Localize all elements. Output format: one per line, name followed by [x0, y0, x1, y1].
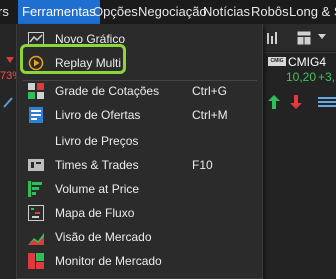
volume-at-price-icon — [28, 181, 42, 197]
menu-item-label: Times & Trades — [55, 158, 139, 172]
menu-item-label: Livro de Preços — [55, 134, 139, 148]
menu-ferramentas[interactable]: Ferramentas — [18, 0, 100, 24]
menu-item-times-trades[interactable]: Times & Trades F10 — [17, 153, 262, 177]
ticker-change: +3, — [318, 70, 336, 84]
menu-partial-item[interactable]: rs — [0, 0, 9, 24]
menu-item-monitor-mercado[interactable]: Monitor de Mercado — [17, 249, 262, 273]
ticker-badge: CMIG — [268, 57, 286, 66]
pen-icon[interactable] — [2, 96, 14, 108]
menu-item-label: Livro de Ofertas — [55, 108, 141, 122]
quote-grid-icon — [28, 83, 44, 99]
menu-item-label: Mapa de Fluxo — [55, 206, 135, 220]
menubar: rs Ferramentas Opções Negociação Notícia… — [0, 0, 336, 24]
menu-item-shortcut: Ctrl+G — [192, 84, 228, 98]
menu-item-label: Visão de Mercado — [55, 230, 152, 244]
down-triangle-icon — [6, 57, 14, 63]
menu-item-mapa-fluxo[interactable]: Mapa de Fluxo — [17, 201, 262, 225]
market-view-icon — [28, 233, 44, 245]
menu-item-label: Volume at Price — [55, 182, 140, 196]
chevron-down-icon[interactable] — [318, 34, 326, 39]
menu-negociacao[interactable]: Negociação — [138, 0, 207, 24]
ticker-price: 10,20 — [286, 70, 317, 84]
menu-opcoes[interactable]: Opções — [93, 0, 138, 24]
buy-arrow-icon[interactable] — [268, 95, 280, 109]
market-monitor-icon — [28, 253, 44, 269]
order-book-icon — [29, 107, 43, 123]
divider — [262, 52, 336, 53]
menu-lines-icon[interactable] — [318, 96, 336, 108]
menu-item-label: Grade de Cotações — [55, 84, 160, 98]
ticker-symbol[interactable]: CMIG4 — [288, 55, 326, 69]
layout-icon[interactable] — [297, 31, 311, 45]
menu-item-shortcut: F10 — [192, 158, 213, 172]
menu-robos[interactable]: Robôs — [251, 0, 289, 24]
menu-item-shortcut: Ctrl+M — [192, 108, 228, 122]
menu-item-label: Monitor de Mercado — [55, 254, 162, 268]
bars-icon[interactable] — [266, 31, 278, 45]
menu-item-grade-cotacoes[interactable]: Grade de Cotações Ctrl+G — [17, 79, 262, 103]
menu-item-volume-at-price[interactable]: Volume at Price — [17, 177, 262, 201]
menu-item-livro-precos[interactable]: Livro de Preços — [17, 129, 262, 153]
menu-long-short[interactable]: Long & Sh — [289, 0, 336, 24]
menu-item-livro-ofertas[interactable]: Livro de Ofertas Ctrl+M — [17, 103, 262, 127]
highlight-outline — [20, 44, 126, 74]
times-trades-icon — [28, 159, 44, 171]
flow-map-icon — [28, 205, 44, 221]
menu-item-visao-mercado[interactable]: Visão de Mercado — [17, 225, 262, 249]
sell-arrow-icon[interactable] — [290, 95, 302, 109]
menu-noticias[interactable]: Notícias — [203, 0, 250, 24]
